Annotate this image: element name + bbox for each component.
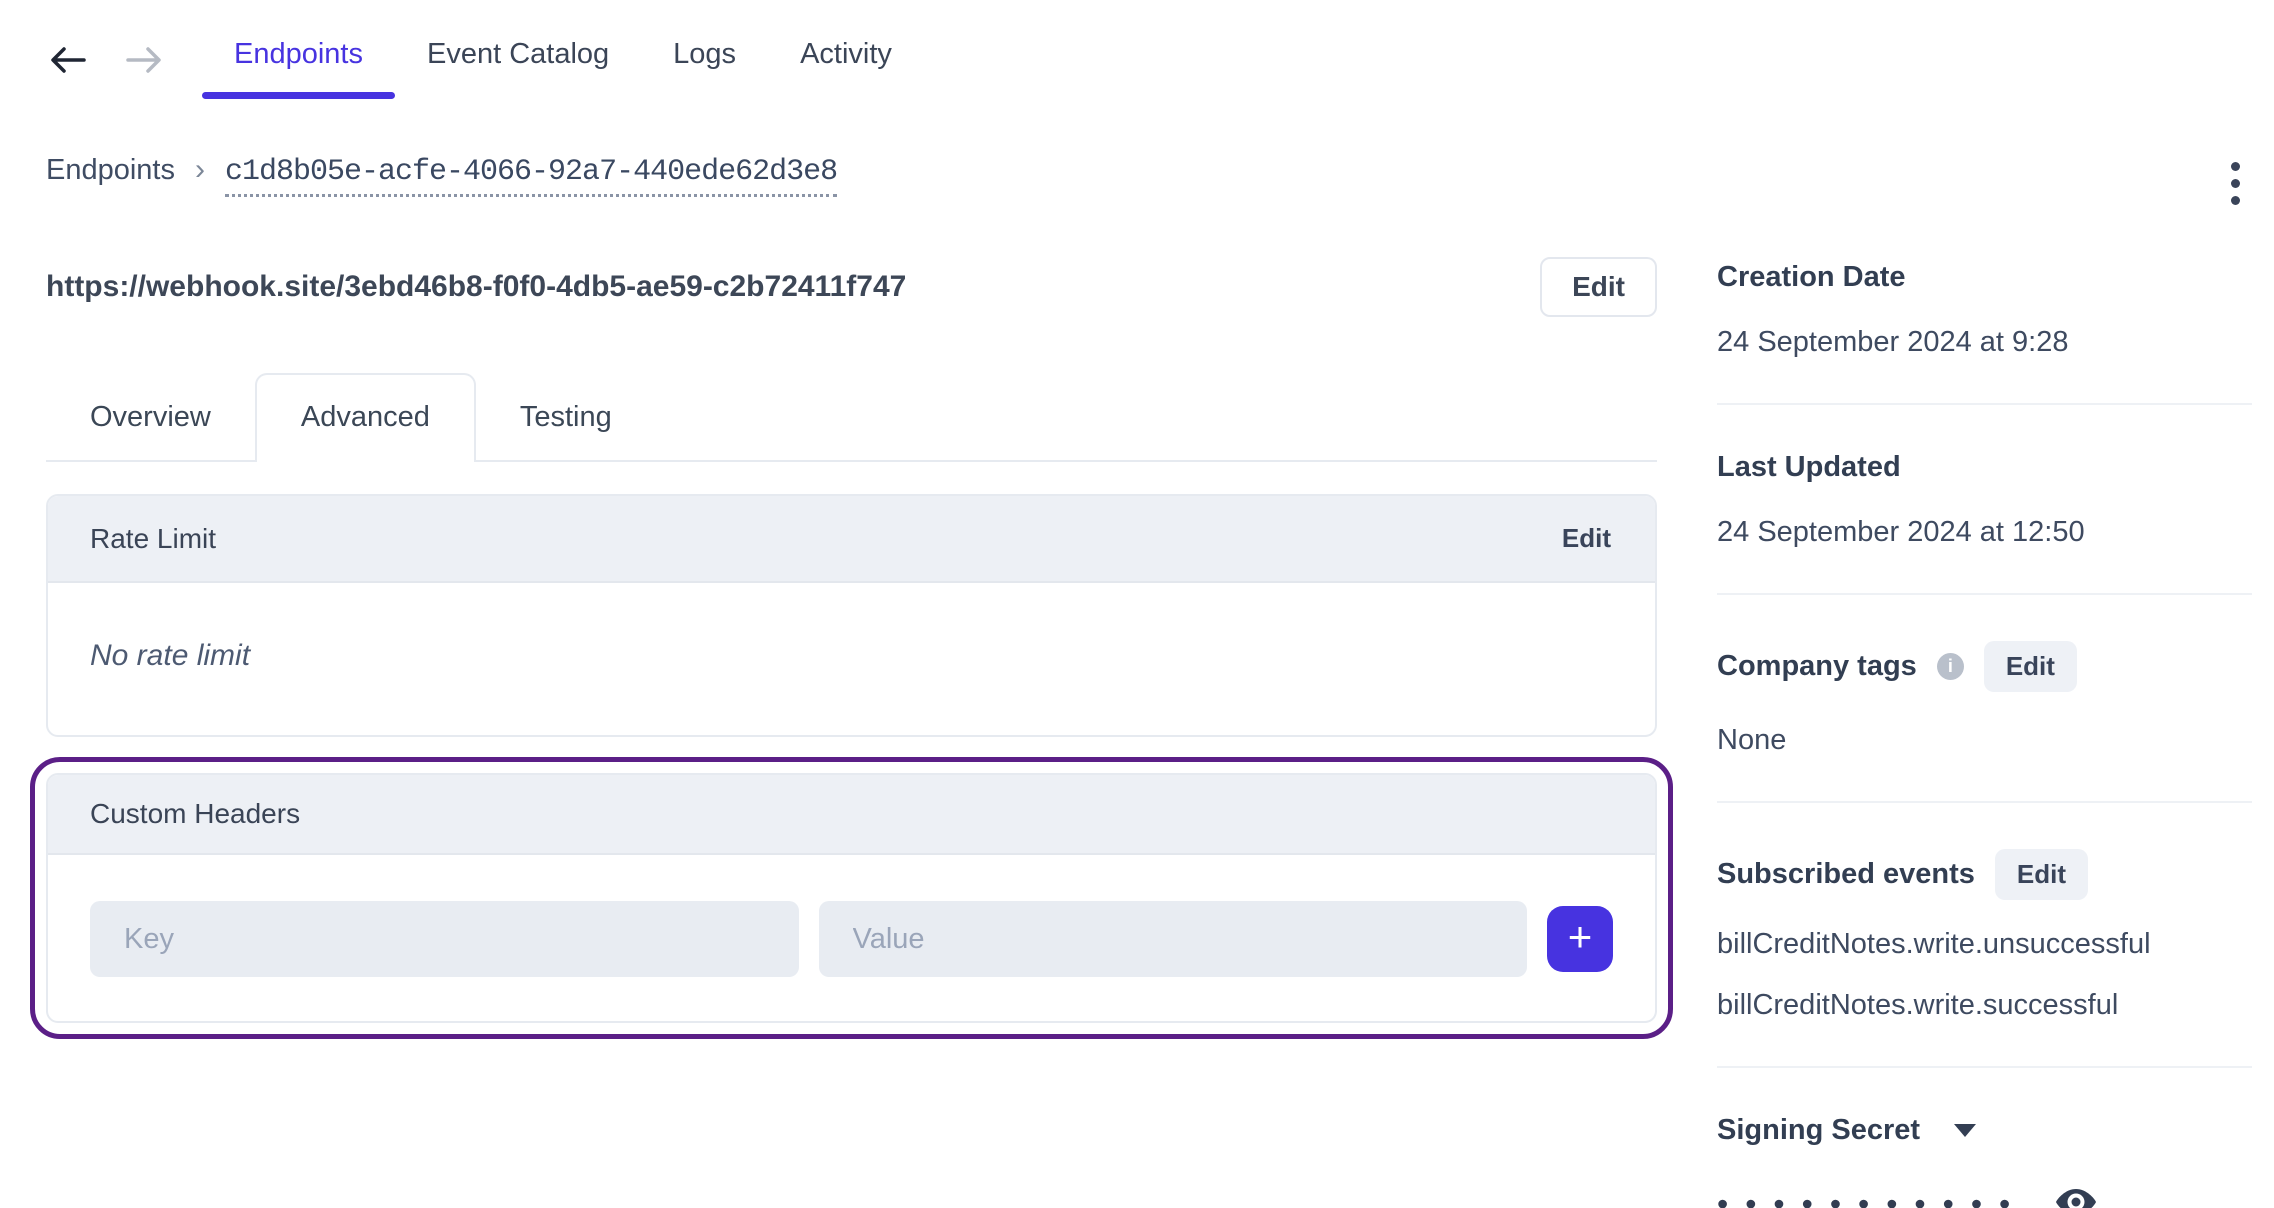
subscribed-event-item: billCreditNotes.write.unsuccessful (1717, 928, 2151, 960)
custom-headers-card: Custom Headers + (46, 773, 1657, 1023)
subscribed-events-label: Subscribed events (1717, 858, 1975, 890)
content-area: https://webhook.site/3ebd46b8-f0f0-4db5-… (0, 257, 2274, 1208)
reveal-secret-button[interactable] (2053, 1183, 2099, 1208)
creation-date-label: Creation Date (1717, 261, 1906, 293)
caret-down-icon (1954, 1124, 1977, 1137)
signing-secret-masked-value: ••••••••••• (1717, 1185, 2028, 1208)
breadcrumb: Endpoints › c1d8b05e-acfe-4066-92a7-440e… (46, 153, 2274, 197)
tab-overview[interactable]: Overview (46, 383, 255, 460)
top-navigation: Endpoints Event Catalog Logs Activity (0, 0, 2274, 99)
subscribed-event-item: billCreditNotes.write.successful (1717, 989, 2119, 1021)
creation-date-section: Creation Date 24 September 2024 at 9:28 (1717, 261, 2252, 359)
signing-secret-value-row: ••••••••••• (1717, 1183, 2252, 1208)
nav-tab-logs[interactable]: Logs (641, 24, 768, 99)
creation-date-value: 24 September 2024 at 9:28 (1717, 326, 2069, 358)
endpoint-sidebar: Creation Date 24 September 2024 at 9:28 … (1717, 257, 2252, 1208)
subscribed-events-section: Subscribed events Edit billCreditNotes.w… (1717, 849, 2252, 1022)
endpoint-main-panel: https://webhook.site/3ebd46b8-f0f0-4db5-… (30, 257, 1673, 1208)
subscribed-events-edit-button[interactable]: Edit (1994, 849, 2088, 900)
edit-url-button[interactable]: Edit (1540, 257, 1657, 317)
subscribed-events-header-row: Subscribed events Edit (1717, 849, 2252, 900)
company-tags-section: Company tags i Edit None (1717, 641, 2252, 757)
arrow-right-icon (125, 44, 163, 79)
sidebar-divider (1717, 403, 2252, 405)
no-rate-limit-text: No rate limit (90, 639, 251, 672)
custom-headers-card-header: Custom Headers (48, 775, 1655, 855)
company-tags-edit-button[interactable]: Edit (1983, 641, 2077, 692)
arrow-left-icon (49, 44, 87, 79)
breadcrumb-endpoints-link[interactable]: Endpoints (46, 154, 175, 187)
nav-tab-endpoints[interactable]: Endpoints (202, 24, 395, 99)
signing-secret-label: Signing Secret (1717, 1114, 1921, 1146)
detail-tabs: Overview Advanced Testing (46, 373, 1657, 462)
header-key-input[interactable] (90, 901, 799, 977)
custom-headers-highlight-outline: Custom Headers + (30, 757, 1673, 1039)
add-header-button[interactable]: + (1547, 906, 1613, 972)
tab-advanced[interactable]: Advanced (254, 373, 476, 462)
nav-tab-event-catalog[interactable]: Event Catalog (395, 24, 641, 99)
nav-tab-activity[interactable]: Activity (768, 24, 924, 99)
rate-limit-title: Rate Limit (90, 522, 217, 554)
header-value-input[interactable] (818, 901, 1527, 977)
sidebar-divider (1717, 1066, 2252, 1068)
sidebar-divider (1717, 593, 2252, 595)
last-updated-label: Last Updated (1717, 451, 1901, 483)
endpoint-url: https://webhook.site/3ebd46b8-f0f0-4db5-… (46, 270, 907, 303)
plus-icon: + (1567, 913, 1593, 960)
last-updated-section: Last Updated 24 September 2024 at 12:50 (1717, 451, 2252, 549)
kebab-menu-button[interactable] (2227, 158, 2244, 209)
info-icon[interactable]: i (1936, 653, 1964, 680)
last-updated-value: 24 September 2024 at 12:50 (1717, 516, 2085, 548)
company-tags-value: None (1717, 724, 1787, 756)
signing-secret-header-row[interactable]: Signing Secret (1717, 1114, 2252, 1147)
forward-button[interactable] (122, 40, 166, 84)
rate-limit-edit-button[interactable]: Edit (1560, 519, 1613, 558)
rate-limit-card: Rate Limit Edit No rate limit (46, 494, 1657, 737)
company-tags-label: Company tags (1717, 650, 1917, 682)
company-tags-header-row: Company tags i Edit (1717, 641, 2252, 692)
custom-headers-body: + (48, 855, 1655, 1021)
kebab-menu-icon (2231, 162, 2240, 205)
primary-tabs: Endpoints Event Catalog Logs Activity (202, 24, 924, 99)
rate-limit-card-header: Rate Limit Edit (48, 496, 1655, 583)
sidebar-divider (1717, 801, 2252, 803)
custom-headers-title: Custom Headers (90, 798, 301, 829)
tab-testing[interactable]: Testing (476, 383, 656, 460)
breadcrumb-endpoint-id[interactable]: c1d8b05e-acfe-4066-92a7-440ede62d3e8 (225, 155, 838, 197)
eye-icon (2053, 1183, 2099, 1208)
back-button[interactable] (46, 40, 90, 84)
signing-secret-section: Signing Secret ••••••••••• (1717, 1114, 2252, 1208)
rate-limit-body: No rate limit (48, 583, 1655, 735)
breadcrumb-separator: › (195, 153, 205, 186)
endpoint-url-row: https://webhook.site/3ebd46b8-f0f0-4db5-… (46, 257, 1657, 317)
